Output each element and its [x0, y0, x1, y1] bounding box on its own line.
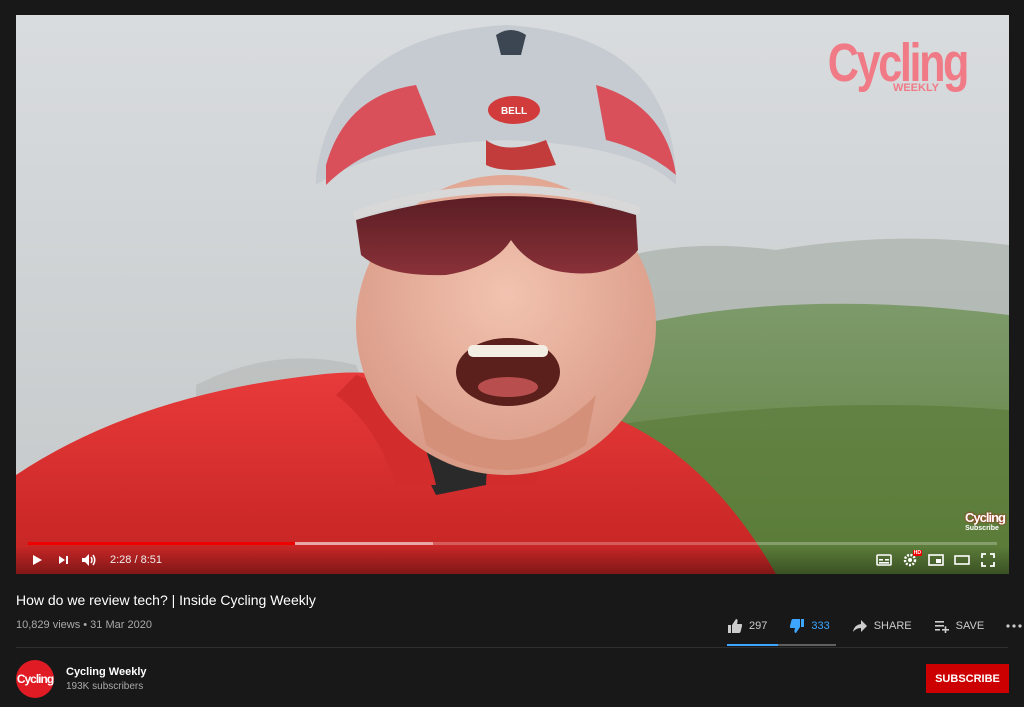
share-button[interactable]: SHARE	[852, 619, 912, 633]
dislike-button[interactable]: 333	[789, 618, 830, 634]
next-icon[interactable]	[50, 549, 76, 571]
dislike-count: 333	[811, 620, 830, 632]
subtitles-icon[interactable]	[871, 549, 897, 571]
fullscreen-icon[interactable]	[975, 549, 1001, 571]
channel-avatar[interactable]: Cycling	[16, 660, 54, 698]
video-frame: BELL	[16, 15, 1009, 574]
subscribe-button[interactable]: SUBSCRIBE	[926, 664, 1009, 693]
channel-name[interactable]: Cycling Weekly	[66, 666, 147, 678]
video-meta: 10,829 views • 31 Mar 2020	[16, 619, 152, 631]
like-button[interactable]: 297	[727, 618, 767, 634]
playlist-add-icon	[934, 621, 949, 633]
video-title: How do we review tech? | Inside Cycling …	[16, 592, 316, 608]
theater-icon[interactable]	[949, 549, 975, 571]
progress-bar[interactable]	[28, 542, 997, 545]
watermark-main: Cycling	[827, 33, 970, 93]
volume-icon[interactable]	[76, 549, 102, 571]
corner-subscribe-watermark[interactable]: Cycling Subscribe	[965, 510, 1006, 532]
more-horizontal-icon	[1006, 624, 1022, 628]
play-icon[interactable]	[24, 549, 50, 571]
share-label: SHARE	[873, 620, 912, 632]
control-bar: 2:28 / 8:51 HD	[16, 546, 1009, 574]
channel-info: Cycling Cycling Weekly 193K subscribers	[16, 660, 147, 698]
miniplayer-icon[interactable]	[923, 549, 949, 571]
more-options-button[interactable]	[1006, 624, 1024, 628]
subscriber-count: 193K subscribers	[66, 681, 144, 692]
thumbs-up-icon	[728, 619, 743, 633]
helmet-brand: BELL	[501, 106, 527, 117]
channel-watermark: Cycling WEEKLY	[793, 33, 970, 93]
hd-badge: HD	[912, 550, 922, 556]
video-actions: 297 333 SHARE SAVE	[727, 614, 1024, 638]
corner-logo-sub: Subscribe	[965, 525, 999, 532]
like-ratio-fill	[727, 644, 779, 646]
settings-icon[interactable]: HD	[897, 549, 923, 571]
thumbs-down-icon	[790, 619, 805, 633]
played-bar	[28, 542, 296, 545]
save-label: SAVE	[955, 620, 985, 632]
share-icon	[852, 620, 867, 632]
video-player[interactable]: BELL Cycling WEEKLY Cycling Subscribe 2:…	[16, 15, 1009, 574]
time-display: 2:28 / 8:51	[110, 554, 162, 566]
save-button[interactable]: SAVE	[934, 619, 985, 633]
like-dislike-ratio-bar	[727, 644, 836, 646]
corner-logo-main: Cycling	[965, 510, 1006, 525]
like-count: 297	[749, 620, 768, 632]
divider	[16, 647, 1008, 648]
